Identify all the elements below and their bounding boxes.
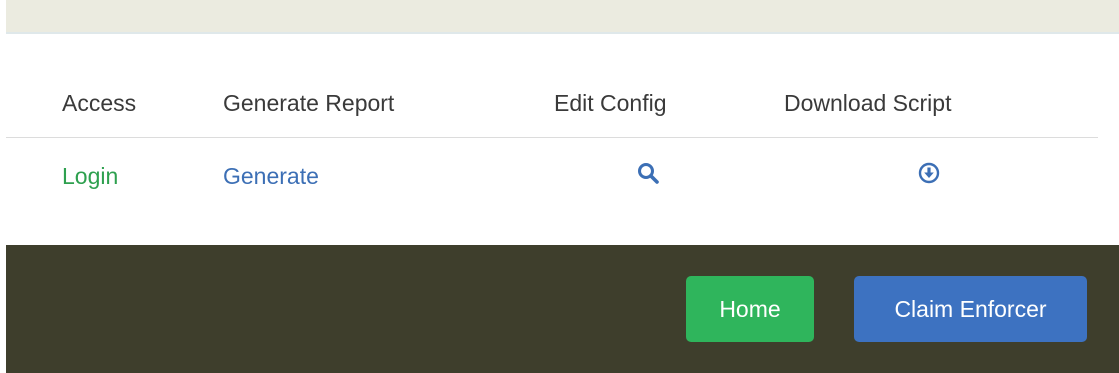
access-cell: Login (6, 138, 223, 215)
table-body: Login Generate (6, 138, 1098, 215)
report-table-container: Access Generate Report Edit Config Downl… (6, 70, 1098, 214)
table-row: Login Generate (6, 138, 1098, 215)
table-header: Access Generate Report Edit Config Downl… (6, 70, 1098, 138)
table-header-row: Access Generate Report Edit Config Downl… (6, 70, 1098, 138)
edit-config-cell (554, 138, 784, 215)
generate-link[interactable]: Generate (223, 163, 319, 189)
download-circle-icon[interactable] (918, 162, 940, 190)
home-button[interactable]: Home (686, 276, 814, 342)
column-header-generate-report: Generate Report (223, 70, 554, 138)
footer-bar: Home Claim Enforcer (6, 245, 1119, 373)
column-header-access: Access (6, 70, 223, 138)
column-header-download-script: Download Script (784, 70, 1098, 138)
report-table: Access Generate Report Edit Config Downl… (6, 70, 1098, 214)
download-script-cell (784, 138, 1098, 215)
generate-cell: Generate (223, 138, 554, 215)
login-link[interactable]: Login (62, 163, 118, 189)
top-band (6, 0, 1119, 34)
search-icon[interactable] (636, 161, 660, 191)
claim-enforcer-button[interactable]: Claim Enforcer (854, 276, 1087, 342)
column-header-edit-config: Edit Config (554, 70, 784, 138)
